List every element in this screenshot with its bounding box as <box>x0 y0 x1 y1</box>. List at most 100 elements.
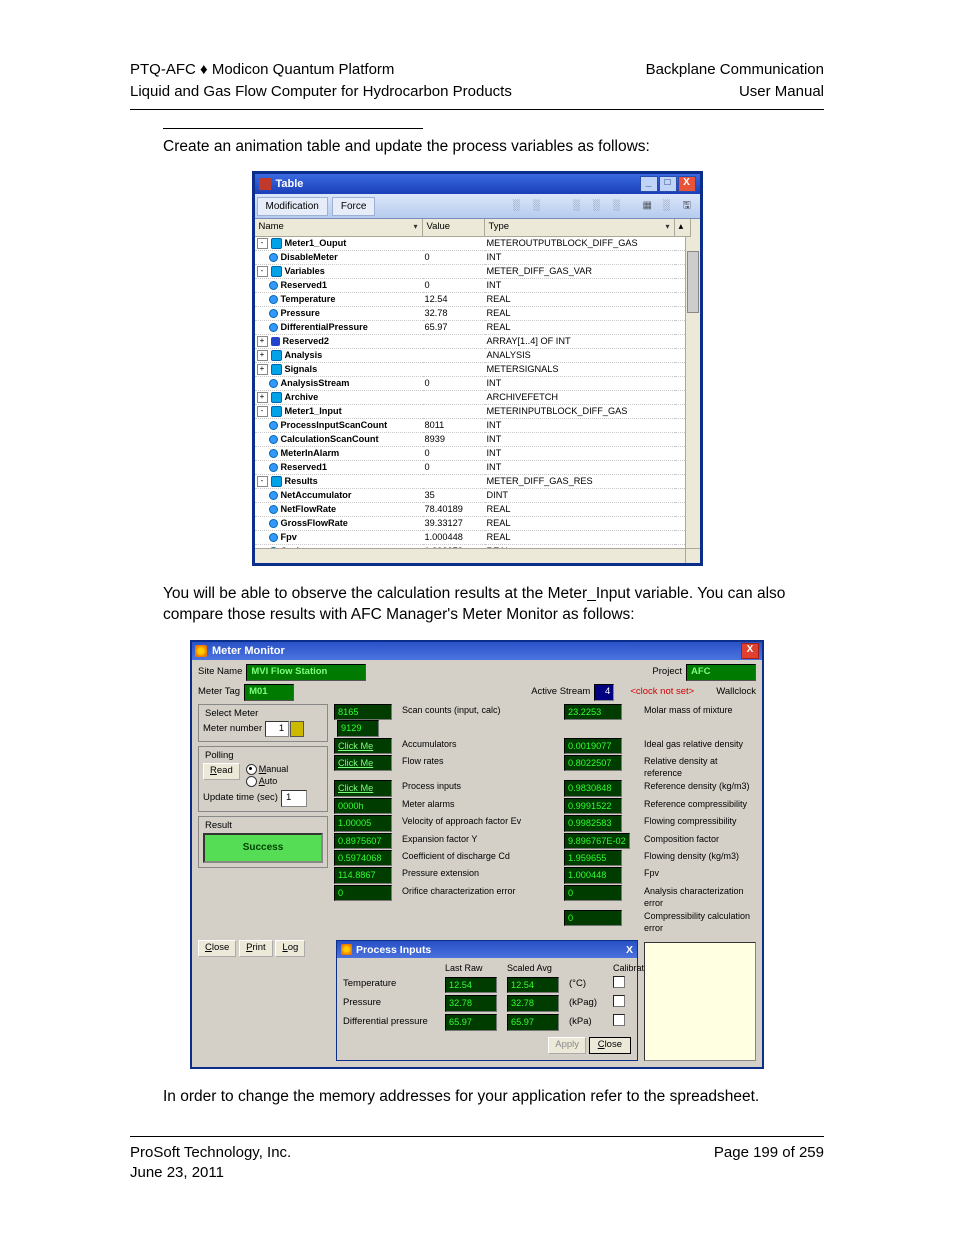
force-button[interactable]: Force <box>332 197 376 217</box>
expand-icon[interactable]: + <box>257 350 268 361</box>
pi-titlebar[interactable]: Process Inputs X <box>337 941 637 958</box>
table-row[interactable]: -Meter1_InputMETERINPUTBLOCK_DIFF_GAS <box>255 405 700 419</box>
toolbar-icon[interactable]: ░ <box>613 199 627 213</box>
row-value[interactable] <box>423 363 485 377</box>
click-me-link[interactable]: Click Me <box>334 780 392 796</box>
pi-close-button[interactable]: X <box>626 943 633 957</box>
row-value[interactable]: 0 <box>423 279 485 293</box>
row-value[interactable]: 8939 <box>423 433 485 447</box>
table-row[interactable]: MeterInAlarm0INT <box>255 447 700 461</box>
table-row[interactable]: GrossFlowRate39.33127REAL <box>255 517 700 531</box>
row-value[interactable]: 32.78 <box>423 307 485 321</box>
log-button[interactable]: Log <box>275 940 305 957</box>
meter-number-input[interactable]: 1 <box>265 721 289 738</box>
horizontal-scrollbar[interactable] <box>255 548 686 563</box>
table-row[interactable]: DifferentialPressure65.97REAL <box>255 321 700 335</box>
table-titlebar[interactable]: Table _ □ X <box>255 174 700 194</box>
table-row[interactable]: ProcessInputScanCount8011INT <box>255 419 700 433</box>
toolbar-icon[interactable]: ░ <box>663 199 677 213</box>
close-button[interactable]: X <box>678 176 696 192</box>
expand-icon[interactable]: + <box>257 336 268 347</box>
table-row[interactable]: Temperature12.54REAL <box>255 293 700 307</box>
calibration-checkbox[interactable] <box>613 976 625 988</box>
print-button[interactable]: Print <box>239 940 273 957</box>
project-field[interactable]: AFC <box>686 664 756 681</box>
toolbar-icon[interactable]: ░ <box>533 199 547 213</box>
table-row[interactable]: Fpv1.000448REAL <box>255 531 700 545</box>
dropdown-icon[interactable]: ▾ <box>665 222 669 233</box>
calibration-checkbox[interactable] <box>613 995 625 1007</box>
table-row[interactable]: Reserved10INT <box>255 279 700 293</box>
table-row[interactable]: AnalysisStream0INT <box>255 377 700 391</box>
row-value[interactable] <box>423 391 485 405</box>
toolbar-icon[interactable]: ▦ <box>643 199 657 213</box>
modification-button[interactable]: Modification <box>257 197 328 217</box>
expand-icon[interactable]: + <box>257 392 268 403</box>
click-me-link[interactable]: Click Me <box>334 755 392 771</box>
table-row[interactable]: -VariablesMETER_DIFF_GAS_VAR <box>255 265 700 279</box>
table-row[interactable]: -ResultsMETER_DIFF_GAS_RES <box>255 475 700 489</box>
collapse-icon[interactable]: - <box>257 238 268 249</box>
row-value[interactable]: 8011 <box>423 419 485 433</box>
meter-tag-field[interactable]: M01 <box>244 684 294 701</box>
row-value[interactable]: 78.40189 <box>423 503 485 517</box>
table-row[interactable]: Pressure32.78REAL <box>255 307 700 321</box>
table-row[interactable]: NetFlowRate78.40189REAL <box>255 503 700 517</box>
pi-lastraw-field[interactable]: 12.54 <box>445 977 497 993</box>
update-time-input[interactable]: 1 <box>281 790 307 807</box>
table-row[interactable]: +Reserved2ARRAY[1..4] OF INT <box>255 335 700 349</box>
minimize-button[interactable]: _ <box>640 176 658 192</box>
apply-button[interactable]: Apply <box>548 1037 586 1054</box>
row-value[interactable] <box>423 475 485 489</box>
dropdown-icon[interactable]: ▾ <box>413 222 417 233</box>
row-value[interactable] <box>423 349 485 363</box>
site-name-field[interactable]: MVI Flow Station <box>246 664 366 681</box>
col-name[interactable]: Name▾ <box>255 219 423 237</box>
row-value[interactable]: 0 <box>423 377 485 391</box>
toolbar-icon[interactable]: ░ <box>513 199 527 213</box>
pi-close-button-2[interactable]: Close <box>589 1037 631 1054</box>
vertical-scrollbar[interactable] <box>685 237 700 549</box>
table-row[interactable]: Reserved10INT <box>255 461 700 475</box>
toolbar-icon[interactable]: 🖫 <box>683 199 697 213</box>
note-area[interactable] <box>644 942 756 1060</box>
row-value[interactable] <box>423 405 485 419</box>
pi-lastraw-field[interactable]: 65.97 <box>445 1014 497 1030</box>
toolbar-icon[interactable]: ░ <box>593 199 607 213</box>
table-row[interactable]: -Meter1_OuputMETEROUTPUTBLOCK_DIFF_GAS <box>255 237 700 251</box>
table-row[interactable]: CalculationScanCount8939INT <box>255 433 700 447</box>
table-row[interactable]: +ArchiveARCHIVEFETCH <box>255 391 700 405</box>
calibration-checkbox[interactable] <box>613 1014 625 1026</box>
row-value[interactable]: 0 <box>423 447 485 461</box>
click-me-link[interactable]: Click Me <box>334 738 392 754</box>
row-value[interactable] <box>423 335 485 349</box>
col-value[interactable]: Value <box>423 219 485 237</box>
maximize-button[interactable]: □ <box>659 176 677 192</box>
auto-radio[interactable] <box>246 776 257 787</box>
pi-lastraw-field[interactable]: 32.78 <box>445 995 497 1011</box>
row-value[interactable] <box>423 265 485 279</box>
read-button[interactable]: Read <box>203 763 240 780</box>
expand-icon[interactable]: + <box>257 364 268 375</box>
manual-radio[interactable] <box>246 764 257 775</box>
row-value[interactable]: 0 <box>423 251 485 265</box>
close-button-mm[interactable]: Close <box>198 940 236 957</box>
row-value[interactable]: 35 <box>423 489 485 503</box>
row-value[interactable]: 1.000448 <box>423 531 485 545</box>
collapse-icon[interactable]: - <box>257 406 268 417</box>
table-row[interactable]: +AnalysisANALYSIS <box>255 349 700 363</box>
row-value[interactable] <box>423 237 485 251</box>
collapse-icon[interactable]: - <box>257 266 268 277</box>
col-type[interactable]: Type▾ <box>485 219 675 237</box>
meter-number-spinner[interactable] <box>290 721 304 737</box>
row-value[interactable]: 65.97 <box>423 321 485 335</box>
row-value[interactable]: 12.54 <box>423 293 485 307</box>
row-value[interactable]: 39.33127 <box>423 517 485 531</box>
row-value[interactable]: 0 <box>423 461 485 475</box>
toolbar-icon[interactable]: ░ <box>573 199 587 213</box>
table-row[interactable]: +SignalsMETERSIGNALS <box>255 363 700 377</box>
mm-titlebar[interactable]: Meter Monitor X <box>192 642 762 660</box>
mm-close-button[interactable]: X <box>741 643 759 659</box>
table-row[interactable]: DisableMeter0INT <box>255 251 700 265</box>
active-stream-field[interactable]: 4 <box>594 684 614 701</box>
